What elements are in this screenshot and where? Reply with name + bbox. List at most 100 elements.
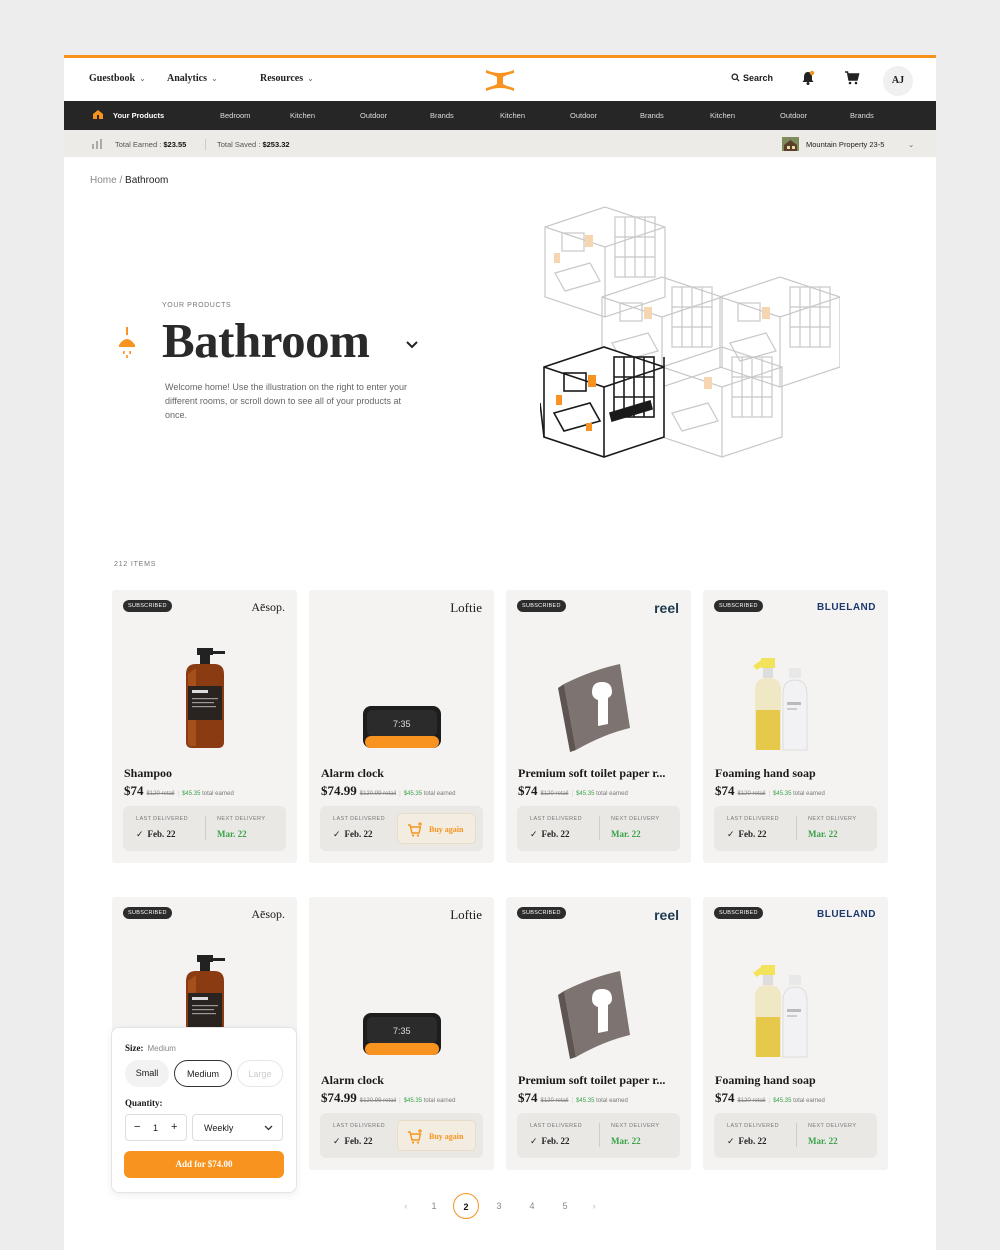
category-brands[interactable]: Brands <box>640 111 664 120</box>
nav-analytics[interactable]: Analytics ⌄ <box>167 73 218 84</box>
next-delivery-date: Mar. 22 <box>611 1136 641 1146</box>
room-bathroom-active[interactable] <box>540 346 665 458</box>
increment-button[interactable]: + <box>171 1121 177 1133</box>
size-option-large[interactable]: Large <box>237 1060 283 1087</box>
divider <box>599 816 600 840</box>
room-top[interactable] <box>544 206 666 318</box>
earned-suffix: total earned <box>423 1098 456 1104</box>
page: Guestbook ⌄ Analytics ⌄ Resources ⌄ Search … <box>64 55 936 1250</box>
category-outdoor[interactable]: Outdoor <box>780 111 807 120</box>
product-card[interactable]: Loftie 7:35 Alarm clock $74.99 $120.99 retai… <box>309 897 494 1170</box>
breadcrumb-current: Bathroom <box>125 175 169 186</box>
cart-icon[interactable] <box>844 70 860 86</box>
quantity-value[interactable]: 1 <box>153 1123 158 1133</box>
page-4[interactable]: 4 <box>519 1193 545 1219</box>
check-icon: ✓ <box>727 1136 735 1146</box>
category-kitchen[interactable]: Kitchen <box>500 111 525 120</box>
decrement-button[interactable]: − <box>134 1121 140 1133</box>
total-saved: Total Saved : $253.32 <box>217 140 290 149</box>
category-your-products[interactable]: Your Products <box>113 111 164 120</box>
chevron-down-icon: ⌄ <box>908 140 915 149</box>
size-option-small[interactable]: Small <box>125 1060 169 1087</box>
subscribed-badge: SUBSCRIBED <box>123 600 172 612</box>
product-prices: $74$120 retail|$45.35 total earned <box>715 1090 825 1105</box>
earned-amount: $45.35 <box>773 791 792 797</box>
next-delivery-date: Mar. 22 <box>217 829 247 839</box>
category-outdoor[interactable]: Outdoor <box>570 111 597 120</box>
last-delivered-label: LAST DELIVERED <box>333 816 385 822</box>
search-button[interactable]: Search <box>731 73 773 83</box>
notification-bell-icon[interactable] <box>800 70 816 86</box>
page-5[interactable]: 5 <box>552 1193 578 1219</box>
category-brands[interactable]: Brands <box>850 111 874 120</box>
total-earned: Total Earned : $23.55 <box>115 140 186 149</box>
brand-logo: reel <box>654 907 679 923</box>
page-2-current[interactable]: 2 <box>453 1193 479 1219</box>
last-delivered-value: ✓Feb. 22 <box>333 829 373 840</box>
next-delivery-label: NEXT DELIVERY <box>611 1123 660 1129</box>
hero-description: Welcome home! Use the illustration on th… <box>165 382 407 420</box>
category-kitchen[interactable]: Kitchen <box>710 111 735 120</box>
frequency-select[interactable]: Weekly <box>192 1114 283 1141</box>
frequency-value: Weekly <box>204 1123 234 1133</box>
buy-again-button[interactable]: Buy again <box>397 1120 476 1151</box>
chevron-down-icon[interactable] <box>404 338 420 350</box>
product-name: Alarm clock <box>321 766 384 780</box>
next-delivery-label: NEXT DELIVERY <box>808 1123 857 1129</box>
add-to-cart-button[interactable]: Add for $74.00 <box>124 1151 284 1178</box>
last-delivered-value: ✓Feb. 22 <box>727 1136 767 1147</box>
category-kitchen[interactable]: Kitchen <box>290 111 315 120</box>
last-delivered-label: LAST DELIVERED <box>333 1123 385 1129</box>
page-1[interactable]: 1 <box>421 1193 447 1219</box>
saved-label: Total Saved : <box>217 140 261 149</box>
room-middle-right[interactable] <box>719 276 840 388</box>
product-prices: $74$120 retail|$45.35 total earned <box>715 783 825 798</box>
product-card[interactable]: SUBSCRIBED reel Premium soft toilet paper … <box>506 590 691 863</box>
product-card[interactable]: SUBSCRIBED reel Premium soft toilet paper … <box>506 897 691 1170</box>
price: $74 <box>715 1090 735 1105</box>
product-card[interactable]: SUBSCRIBED BLUELAND Foaming hand soap $74 $1… <box>703 590 888 863</box>
pagination-next[interactable]: › <box>581 1193 607 1219</box>
price: $74 <box>518 1090 538 1105</box>
page-3[interactable]: 3 <box>486 1193 512 1219</box>
pagination-prev[interactable]: ‹ <box>393 1193 419 1219</box>
product-card[interactable]: SUBSCRIBED BLUELAND Foaming hand soap $74 $1… <box>703 897 888 1170</box>
page-title[interactable]: Bathroom <box>162 312 370 369</box>
nav-resources[interactable]: Resources ⌄ <box>260 73 314 84</box>
subscribed-badge: SUBSCRIBED <box>517 907 566 919</box>
brand-logo: Loftie <box>450 600 482 615</box>
items-count: 212 ITEMS <box>114 561 157 568</box>
property-thumbnail <box>782 137 799 151</box>
product-card[interactable]: Loftie 7:35 Alarm clock $74.99 $120.99 retai… <box>309 590 494 863</box>
earned-suffix: total earned <box>596 1098 628 1104</box>
delivery-info: LAST DELIVERED ✓Feb. 22 NEXT DELIVERY Mar. … <box>123 806 286 851</box>
category-bedroom[interactable]: Bedroom <box>220 111 250 120</box>
house-rooms-illustration[interactable] <box>540 203 840 513</box>
check-icon: ✓ <box>333 1136 341 1146</box>
brand-logo-icon[interactable] <box>484 66 516 94</box>
size-option-medium[interactable]: Medium <box>174 1060 232 1087</box>
delivery-info: LAST DELIVERED ✓Feb. 22 NEXT DELIVERY Mar. … <box>714 806 877 851</box>
clock-display: 7:35 <box>393 719 411 729</box>
product-prices: $74$120 retail|$45.35 total earned <box>518 1090 628 1105</box>
next-delivery-date: Mar. 22 <box>611 829 641 839</box>
property-name: Mountain Property 23-5 <box>806 140 885 149</box>
category-outdoor[interactable]: Outdoor <box>360 111 387 120</box>
size-selected-value: Medium <box>147 1044 176 1053</box>
breadcrumb-home[interactable]: Home <box>90 175 117 186</box>
retail-price: $120 retail <box>737 1098 766 1104</box>
nav-guestbook[interactable]: Guestbook ⌄ <box>89 73 146 84</box>
divider <box>205 816 206 840</box>
product-image <box>506 937 691 1067</box>
last-delivered-date: Feb. 22 <box>344 829 373 839</box>
avatar[interactable]: AJ <box>883 66 913 96</box>
chevron-down-icon: ⌄ <box>307 74 314 83</box>
earned-suffix: total earned <box>793 1098 825 1104</box>
search-icon <box>731 73 740 82</box>
product-name: Foaming hand soap <box>715 1073 816 1087</box>
earned-amount: $45.35 <box>403 1098 423 1104</box>
product-card[interactable]: SUBSCRIBED Aēsop. Shampoo $74$120 retail|$4… <box>112 590 297 863</box>
category-brands[interactable]: Brands <box>430 111 454 120</box>
buy-again-button[interactable]: Buy again <box>397 813 476 844</box>
last-delivered-date: Feb. 22 <box>541 1136 570 1146</box>
